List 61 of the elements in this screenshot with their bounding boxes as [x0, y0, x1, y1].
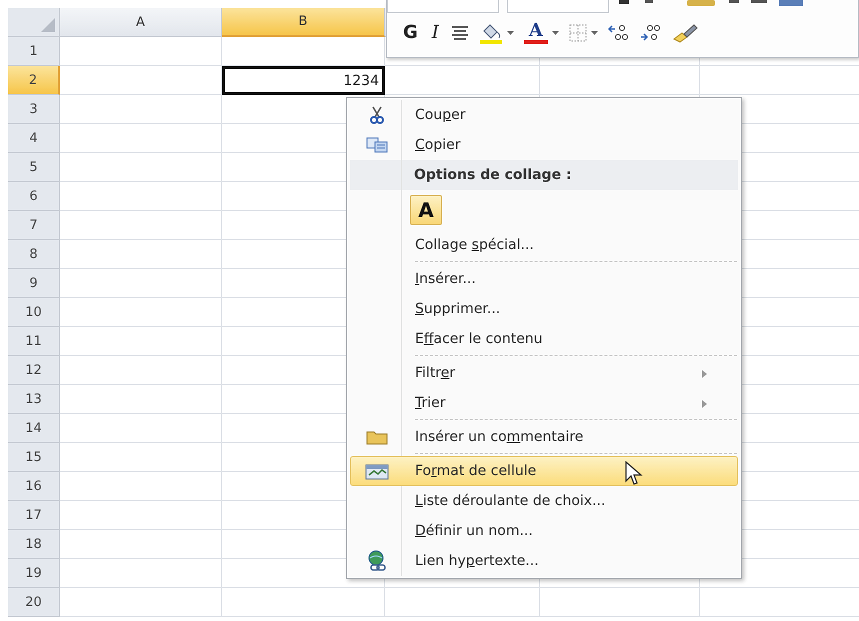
menu-item[interactable]: Copier: [350, 130, 738, 160]
decrease-decimal-icon[interactable]: [640, 24, 662, 42]
corner-triangle-icon: [41, 18, 55, 32]
active-cell[interactable]: 1234: [222, 66, 385, 95]
fill-color-icon[interactable]: [478, 22, 503, 44]
row-header[interactable]: 3: [8, 95, 60, 124]
folder-icon: [366, 429, 388, 445]
row-header[interactable]: 14: [8, 414, 60, 443]
row-header[interactable]: 2: [8, 66, 60, 95]
paintbrush-icon[interactable]: [672, 23, 698, 43]
scissors-icon: [369, 106, 385, 124]
copy-icon: [366, 137, 388, 153]
row-header[interactable]: 6: [8, 182, 60, 211]
menu-item[interactable]: Insérer un commentaire: [350, 422, 738, 456]
row-header[interactable]: 19: [8, 559, 60, 588]
bold-button[interactable]: G: [401, 22, 420, 44]
increase-decimal-icon[interactable]: [608, 24, 630, 42]
row-header[interactable]: 9: [8, 269, 60, 298]
font-name-field[interactable]: [387, 0, 499, 13]
submenu-arrow-icon: [702, 400, 707, 408]
align-center-icon[interactable]: [450, 25, 469, 41]
menu-item[interactable]: Supprimer...: [350, 294, 738, 324]
borders-icon[interactable]: [568, 24, 587, 42]
row-header[interactable]: 20: [8, 588, 60, 617]
menu-item[interactable]: Définir un nom...: [350, 516, 738, 546]
menu-item[interactable]: Lien hypertexte...: [350, 546, 738, 576]
window-icon: [365, 462, 389, 480]
menu-item[interactable]: Effacer le contenu: [350, 324, 738, 358]
row-header[interactable]: 4: [8, 124, 60, 153]
paste-option-button[interactable]: A: [410, 195, 442, 225]
caret-icon[interactable]: [506, 31, 514, 35]
globe-link-icon: [366, 550, 388, 572]
row-header[interactable]: 5: [8, 153, 60, 182]
row-header[interactable]: 1: [8, 37, 60, 66]
menu-item[interactable]: Trier: [350, 388, 738, 422]
caret-icon[interactable]: [590, 31, 598, 35]
row-header[interactable]: 17: [8, 501, 60, 530]
italic-button[interactable]: I: [430, 22, 441, 44]
row-header[interactable]: 13: [8, 385, 60, 414]
menu-item[interactable]: Format de cellule: [350, 456, 738, 486]
menu-item[interactable]: Liste déroulante de choix...: [350, 486, 738, 516]
row-header[interactable]: 16: [8, 472, 60, 501]
row-header[interactable]: 15: [8, 443, 60, 472]
column-header[interactable]: B: [222, 8, 385, 37]
font-size-field[interactable]: [507, 0, 609, 13]
row-header[interactable]: 7: [8, 211, 60, 240]
row-header[interactable]: 12: [8, 356, 60, 385]
caret-icon[interactable]: [552, 31, 559, 35]
row-header[interactable]: 11: [8, 327, 60, 356]
font-color-button[interactable]: A: [524, 22, 548, 44]
submenu-arrow-icon: [702, 370, 707, 378]
column-header[interactable]: A: [60, 8, 222, 37]
cursor-icon: [625, 461, 643, 487]
row-header[interactable]: 10: [8, 298, 60, 327]
menu-item[interactable]: Couper: [350, 100, 738, 130]
row-header[interactable]: 8: [8, 240, 60, 269]
row-header[interactable]: 18: [8, 530, 60, 559]
menu-item[interactable]: Insérer...: [350, 264, 738, 294]
menu-item[interactable]: Filtrer: [350, 358, 738, 388]
menu-heading: Options de collage :: [413, 167, 572, 183]
menu-item[interactable]: Collage spécial...: [350, 230, 738, 264]
